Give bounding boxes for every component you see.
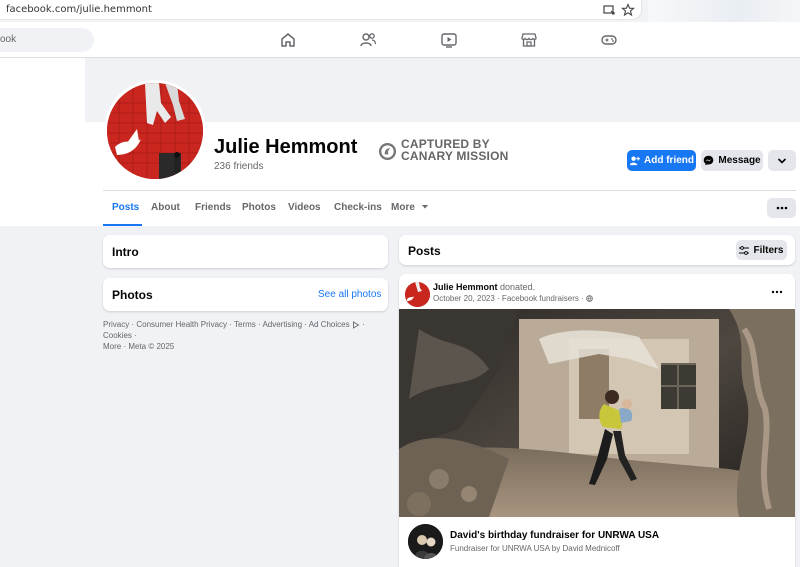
footer-links: Privacy · Consumer Health Privacy · Term… [103, 319, 388, 352]
photos-title: Photos [112, 288, 153, 302]
url-text: facebook.com/julie.hemmont [6, 4, 152, 15]
fundraiser-subtitle: Fundraiser for UNRWA USA by David Mednic… [450, 544, 620, 553]
captured-text: CAPTURED BY CANARY MISSION [401, 137, 509, 163]
search-placeholder: ook [0, 34, 17, 45]
avatar-artwork-icon [107, 83, 203, 179]
browser-address-bar: facebook.com/julie.hemmont [0, 0, 800, 22]
add-friend-button[interactable]: Add friend [627, 150, 696, 171]
watch-icon[interactable] [440, 31, 458, 49]
intro-title: Intro [112, 245, 139, 259]
post-photo-artwork [399, 309, 795, 517]
message-label: Message [718, 155, 761, 166]
tab-photos[interactable]: Photos [242, 202, 276, 213]
tab-check-ins[interactable]: Check-ins [334, 202, 382, 213]
gaming-icon[interactable] [600, 31, 618, 49]
friends-icon[interactable] [359, 31, 377, 49]
author-avatar-icon [405, 282, 430, 307]
search-input[interactable]: ook [0, 28, 94, 52]
message-button[interactable]: Message [701, 150, 763, 171]
caret-down-icon [421, 205, 428, 209]
tab-about[interactable]: About [151, 202, 180, 213]
post-meta: October 20, 2023 · Facebook fundraisers … [433, 294, 593, 303]
posts-header-card: Posts Filters [399, 235, 795, 265]
header-divider [103, 190, 796, 191]
top-navigation: ook [0, 22, 800, 58]
add-friend-label: Add friend [644, 155, 694, 166]
tab-posts[interactable]: Posts [112, 202, 139, 213]
filters-button[interactable]: Filters [736, 240, 787, 260]
post-meta-text[interactable]: October 20, 2023 · Facebook fundraisers … [433, 294, 584, 303]
home-icon[interactable] [279, 31, 297, 49]
install-app-icon[interactable] [602, 3, 616, 17]
chevron-down-icon [777, 157, 787, 164]
tab-videos[interactable]: Videos [288, 202, 321, 213]
url-field[interactable]: facebook.com/julie.hemmont [0, 0, 642, 20]
marketplace-icon[interactable] [520, 31, 538, 49]
filter-sliders-icon [739, 245, 750, 255]
profile-avatar[interactable] [104, 80, 206, 182]
profile-name: Julie Hemmont [214, 136, 358, 158]
tabs-more-options-button[interactable] [767, 198, 796, 218]
fundraiser-photo-icon [408, 524, 443, 559]
footer-links-text[interactable]: Privacy · Consumer Health Privacy · Term… [103, 320, 350, 329]
friend-count[interactable]: 236 friends [214, 161, 263, 172]
tab-friends[interactable]: Friends [195, 202, 231, 213]
profile-more-dropdown-button[interactable] [768, 150, 796, 171]
filters-label: Filters [753, 244, 784, 256]
footer-more-line[interactable]: More · Meta © 2025 [103, 341, 388, 352]
star-icon[interactable] [621, 3, 635, 17]
ellipsis-icon [776, 206, 787, 210]
browser-extension-area [648, 0, 800, 22]
fundraiser-title[interactable]: David's birthday fundraiser for UNRWA US… [450, 530, 659, 541]
tab-more-label: More [391, 202, 415, 213]
active-tab-indicator [103, 224, 142, 226]
post-photo[interactable] [399, 309, 795, 517]
ad-choices-icon[interactable] [352, 321, 360, 329]
messenger-icon [704, 155, 714, 166]
intro-card: Intro [103, 235, 388, 268]
post-action: donated. [500, 282, 536, 292]
see-all-photos-link[interactable]: See all photos [318, 289, 381, 300]
post-options-icon[interactable] [771, 290, 783, 294]
posts-title: Posts [408, 244, 441, 258]
globe-icon [586, 295, 593, 303]
fundraiser-avatar[interactable] [408, 524, 443, 559]
add-friend-icon [629, 156, 640, 166]
post-author-name[interactable]: Julie Hemmont [433, 282, 498, 292]
left-panel [0, 58, 85, 226]
tab-more[interactable]: More [391, 202, 429, 213]
photos-card: Photos See all photos [103, 278, 388, 311]
canary-mission-logo-icon [378, 142, 397, 161]
post-author-avatar[interactable] [405, 282, 430, 307]
post-header-line: Julie Hemmont donated. [433, 282, 535, 292]
